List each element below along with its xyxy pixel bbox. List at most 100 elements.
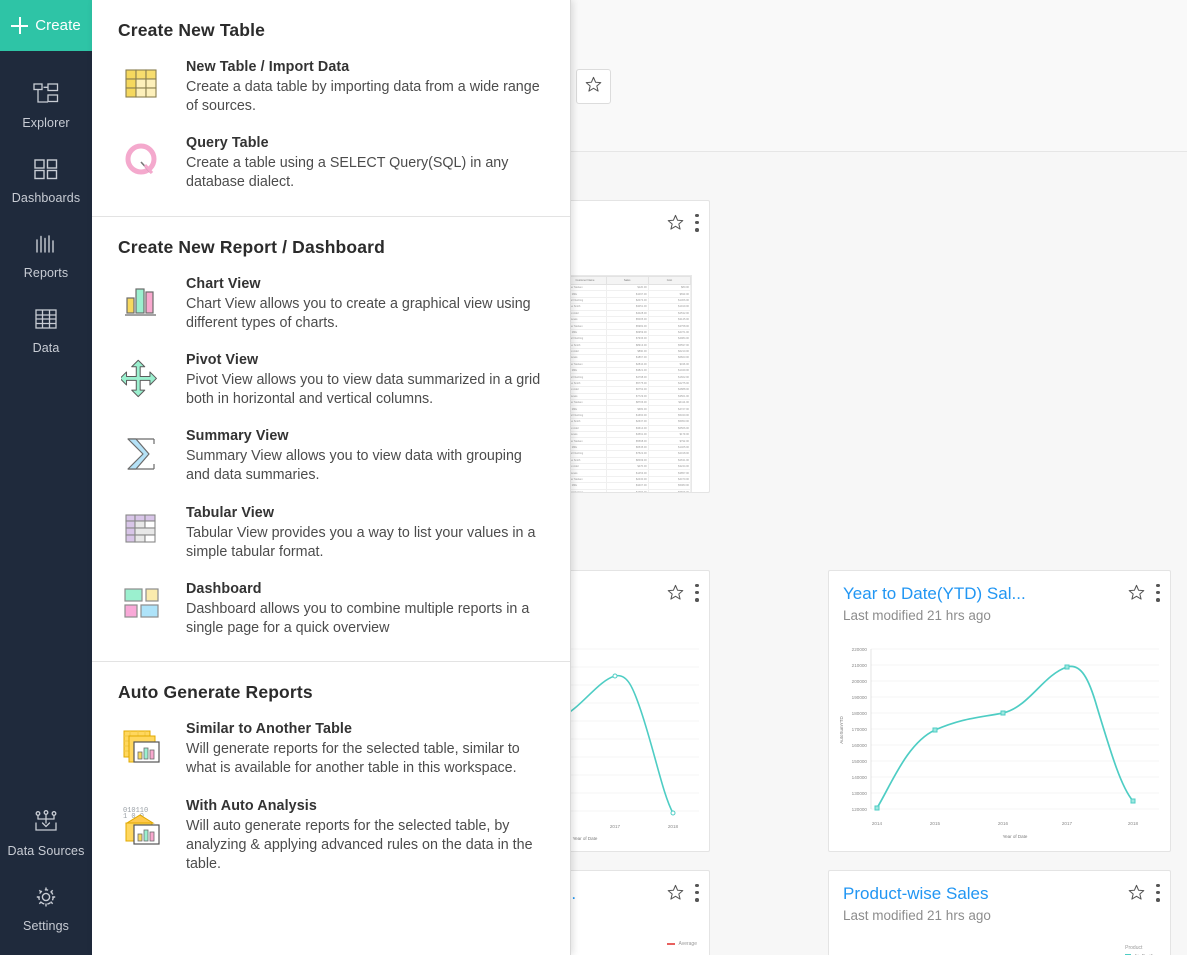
sigma-summary-icon	[118, 427, 166, 475]
menu-section-title: Create New Report / Dashboard	[118, 236, 385, 257]
legend-heading: Product	[1125, 945, 1143, 951]
data-icon	[33, 302, 59, 336]
card-title[interactable]: Product-wise Sales	[843, 884, 1093, 904]
more-options-icon[interactable]	[695, 583, 699, 602]
sidebar-item-settings[interactable]: Settings	[0, 868, 92, 943]
menu-item-description: Create a data table by importing data fr…	[186, 79, 540, 115]
menu-item-query-table[interactable]: Query Table Create a table using a SELECT…	[92, 127, 570, 203]
menu-item-title: Similar to Another Table	[186, 721, 353, 738]
star-icon[interactable]	[666, 583, 685, 602]
menu-section: Create New Table New Table / Import Data…	[92, 0, 570, 204]
menu-item-text: New Table / Import Data Create a data tab…	[186, 58, 548, 116]
more-options-icon[interactable]	[1156, 583, 1160, 602]
chart-legend: Product Air Purifiers	[1125, 945, 1160, 955]
table-cell: $5696.00	[648, 489, 692, 492]
menu-item-text: Tabular View Tabular View provides you a …	[186, 504, 548, 562]
report-card-ytd-sales[interactable]: Year to Date(YTD) Sal... Last modified 2…	[828, 570, 1171, 852]
star-icon[interactable]	[1127, 883, 1146, 902]
sidebar-item-label: Reports	[23, 266, 69, 280]
menu-item-description: Summary View allows you to view data wit…	[186, 448, 522, 484]
svg-text:2018: 2018	[1128, 821, 1139, 826]
menu-item-pivot-view[interactable]: Pivot View Pivot View allows you to view …	[92, 344, 570, 420]
menu-item-title: Dashboard	[186, 580, 262, 597]
col-sales: Sales	[605, 276, 649, 285]
bar-chart-icon	[118, 275, 166, 321]
y-axis-tick-labels: 220000 210000 200000 190000 180000 17000…	[852, 647, 868, 812]
report-card-product-wise-sales[interactable]: Product-wise Sales Last modified 21 hrs …	[828, 870, 1171, 955]
auto-analysis-icon: 010110 1 0 0	[118, 797, 166, 847]
sidebar-item-data-sources[interactable]: Data Sources	[0, 793, 92, 868]
star-icon[interactable]	[1127, 583, 1146, 602]
menu-item-text: Dashboard Dashboard allows you to combine…	[186, 580, 548, 638]
menu-item-title: Chart View	[186, 275, 261, 292]
more-options-icon[interactable]	[695, 883, 699, 902]
x-axis-tick-labels: 2014 2015 2016 2017 2018	[872, 821, 1139, 826]
grid-table-icon	[118, 58, 166, 104]
gridlines	[871, 648, 1159, 810]
svg-text:170000: 170000	[852, 727, 868, 732]
menu-item-chart-view[interactable]: Chart View Chart View allows you to creat…	[92, 268, 570, 344]
svg-text:190000: 190000	[852, 695, 868, 700]
menu-item-description: Tabular View provides you a way to list …	[186, 524, 536, 560]
more-options-icon[interactable]	[695, 213, 699, 232]
query-q-icon	[118, 134, 166, 182]
menu-item-summary-view[interactable]: Summary View Summary View allows you to v…	[92, 420, 570, 496]
svg-text:180000: 180000	[852, 711, 868, 716]
card-subtitle: Last modified 21 hrs ago	[843, 608, 991, 623]
sidebar-item-explorer[interactable]: Explorer	[0, 65, 92, 140]
menu-item-text: Summary View Summary View allows you to v…	[186, 427, 548, 485]
sidebar-item-label: Data Sources	[7, 844, 85, 858]
star-icon[interactable]	[666, 883, 685, 902]
menu-item-text: Query Table Create a table using a SELECT…	[186, 134, 548, 192]
menu-item-tabular-view[interactable]: Tabular View Tabular View provides you a …	[92, 497, 570, 573]
svg-text:2017: 2017	[1062, 821, 1073, 826]
chart-legend: Average	[667, 941, 697, 947]
card-body: Office Chair Product Air Purifiers	[829, 935, 1170, 955]
legend-swatch	[667, 943, 676, 945]
plus-icon	[11, 17, 29, 34]
explorer-icon	[33, 77, 59, 111]
svg-text:2014: 2014	[872, 821, 883, 826]
similar-table-icon	[118, 720, 166, 768]
sidebar-item-reports[interactable]: Reports	[0, 215, 92, 290]
create-button[interactable]: Create	[0, 0, 92, 51]
svg-text:120000: 120000	[852, 807, 868, 812]
svg-text:2015: 2015	[930, 821, 941, 826]
menu-item-similar-to-another-table[interactable]: Similar to Another Table Will generate re…	[92, 713, 570, 789]
sidebar-item-label: Data	[32, 341, 60, 355]
sidebar-item-label: Explorer	[22, 116, 70, 130]
create-button-label: Create	[35, 17, 81, 34]
menu-item-new-table-import-data[interactable]: New Table / Import Data Create a data tab…	[92, 51, 570, 127]
menu-item-text: Chart View Chart View allows you to creat…	[186, 275, 548, 333]
menu-item-title: With Auto Analysis	[186, 797, 317, 814]
menu-item-text: With Auto Analysis Will auto generate rep…	[186, 797, 548, 874]
dashboard-tiles-icon	[118, 580, 166, 622]
menu-section: Create New Report / Dashboard Chart View…	[92, 217, 570, 650]
svg-text:2016: 2016	[998, 821, 1009, 826]
card-actions	[666, 213, 699, 232]
data-points	[874, 664, 1136, 811]
menu-item-dashboard[interactable]: Dashboard Dashboard allows you to combine…	[92, 573, 570, 649]
tabular-grid-icon	[118, 504, 166, 550]
sidebar-item-dashboards[interactable]: Dashboards	[0, 140, 92, 215]
data-sources-icon	[32, 805, 60, 839]
x-axis-label: Year of Date	[573, 836, 598, 841]
menu-item-with-auto-analysis[interactable]: 010110 1 0 0 With Auto Analysis Will auto…	[92, 790, 570, 885]
favorite-toggle-button[interactable]	[576, 69, 611, 104]
menu-item-description: Dashboard allows you to combine multiple…	[186, 600, 530, 637]
card-actions	[1127, 883, 1160, 902]
card-actions	[1127, 583, 1160, 602]
line-series-path	[876, 665, 1134, 809]
menu-item-description: Will auto generate reports for the selec…	[186, 817, 533, 872]
svg-text:2017: 2017	[610, 824, 621, 829]
left-sidebar: Create Explorer Dashboards Reports Data …	[0, 0, 92, 955]
star-icon[interactable]	[666, 213, 685, 232]
menu-item-title: Tabular View	[186, 504, 275, 521]
dashboards-icon	[33, 152, 59, 186]
more-options-icon[interactable]	[1156, 883, 1160, 902]
create-menu-panel[interactable]: Create New Table New Table / Import Data…	[92, 0, 571, 955]
reports-icon	[33, 227, 59, 261]
card-title[interactable]: Year to Date(YTD) Sal...	[843, 584, 1093, 604]
sidebar-item-data[interactable]: Data	[0, 290, 92, 365]
legend-label: Average	[678, 941, 697, 947]
